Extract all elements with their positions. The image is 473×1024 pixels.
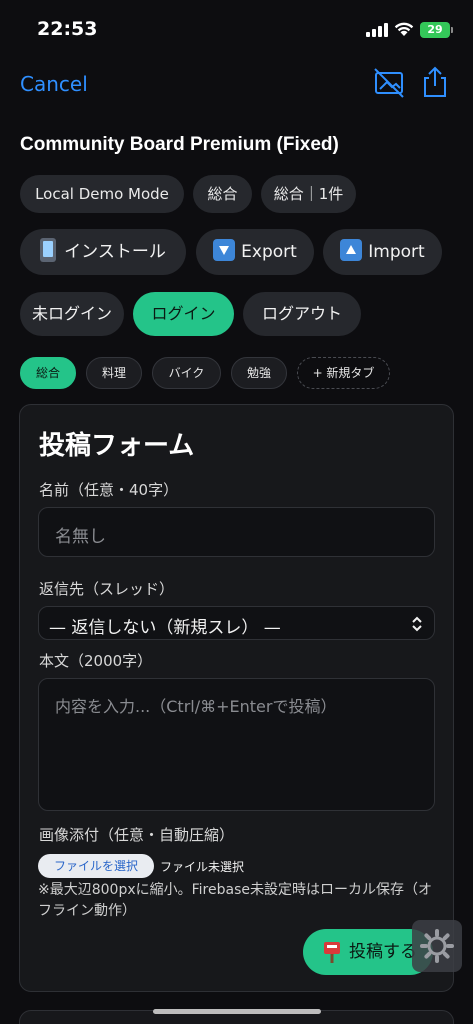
export-button[interactable]: Export xyxy=(196,229,314,275)
cancel-button[interactable]: Cancel xyxy=(20,72,88,96)
form-heading: 投稿フォーム xyxy=(39,431,195,461)
logout-button[interactable]: ログアウト xyxy=(243,292,361,336)
body-textarea[interactable]: 内容を入力...（Ctrl/⌘+Enterで投稿） xyxy=(38,678,435,811)
mode-badge: Local Demo Mode xyxy=(20,175,184,213)
add-tab-button[interactable]: + 新規タブ xyxy=(297,357,390,389)
page-title: Community Board Premium (Fixed) xyxy=(20,134,339,155)
reply-select[interactable]: — 返信しない（新規スレ） — xyxy=(38,606,435,640)
install-button[interactable]: インストール xyxy=(20,229,186,275)
export-label: Export xyxy=(241,242,297,262)
import-label: Import xyxy=(368,242,425,262)
share-icon[interactable] xyxy=(418,65,452,99)
reply-selected-value: — 返信しない（新規スレ） — xyxy=(49,618,281,638)
settings-button[interactable] xyxy=(412,920,462,972)
up-arrow-icon xyxy=(340,239,363,261)
home-indicator[interactable] xyxy=(153,1009,321,1014)
chevron-updown-icon xyxy=(412,616,422,632)
phone-icon xyxy=(40,238,57,262)
status-bar: 22:53 29 xyxy=(0,0,473,60)
install-label: インストール xyxy=(64,242,166,262)
tab-study[interactable]: 勉強 xyxy=(231,357,287,389)
import-button[interactable]: Import xyxy=(323,229,442,275)
file-status: ファイル未選択 xyxy=(160,860,245,874)
gear-icon xyxy=(420,929,454,963)
reply-label: 返信先（スレッド） xyxy=(39,580,175,598)
nav-bar: Cancel xyxy=(0,60,473,110)
post-form-card: 投稿フォーム 名前（任意・40字） 名無し 返信先（スレッド） — 返信しない（… xyxy=(19,404,454,992)
no-image-icon[interactable] xyxy=(372,65,406,99)
name-input[interactable]: 名無し xyxy=(38,507,435,557)
wifi-icon xyxy=(394,22,414,36)
choose-file-button[interactable]: ファイルを選択 xyxy=(38,854,154,878)
body-label: 本文（2000字） xyxy=(39,652,153,670)
tab-general[interactable]: 総合 xyxy=(20,357,76,389)
image-label: 画像添付（任意・自動圧縮） xyxy=(39,826,235,844)
image-note: ※最大辺800pxに縮小。Firebase未設定時はローカル保存（オフライン動作… xyxy=(38,882,432,919)
board-badge: 総合 xyxy=(193,175,252,213)
cellular-signal-icon xyxy=(366,23,388,37)
tab-cooking[interactable]: 料理 xyxy=(86,357,142,389)
submit-label: 投稿する xyxy=(349,942,417,962)
down-arrow-icon xyxy=(213,239,236,261)
status-time: 22:53 xyxy=(37,18,98,40)
login-status: 未ログイン xyxy=(20,292,124,336)
battery-level: 29 xyxy=(427,23,443,36)
tab-bike[interactable]: バイク xyxy=(152,357,221,389)
login-button[interactable]: ログイン xyxy=(133,292,234,336)
name-label: 名前（任意・40字） xyxy=(39,481,179,499)
count-badge: 総合｜1件 xyxy=(261,175,356,213)
battery-icon: 29 xyxy=(420,22,453,38)
mailbox-icon xyxy=(324,942,340,963)
